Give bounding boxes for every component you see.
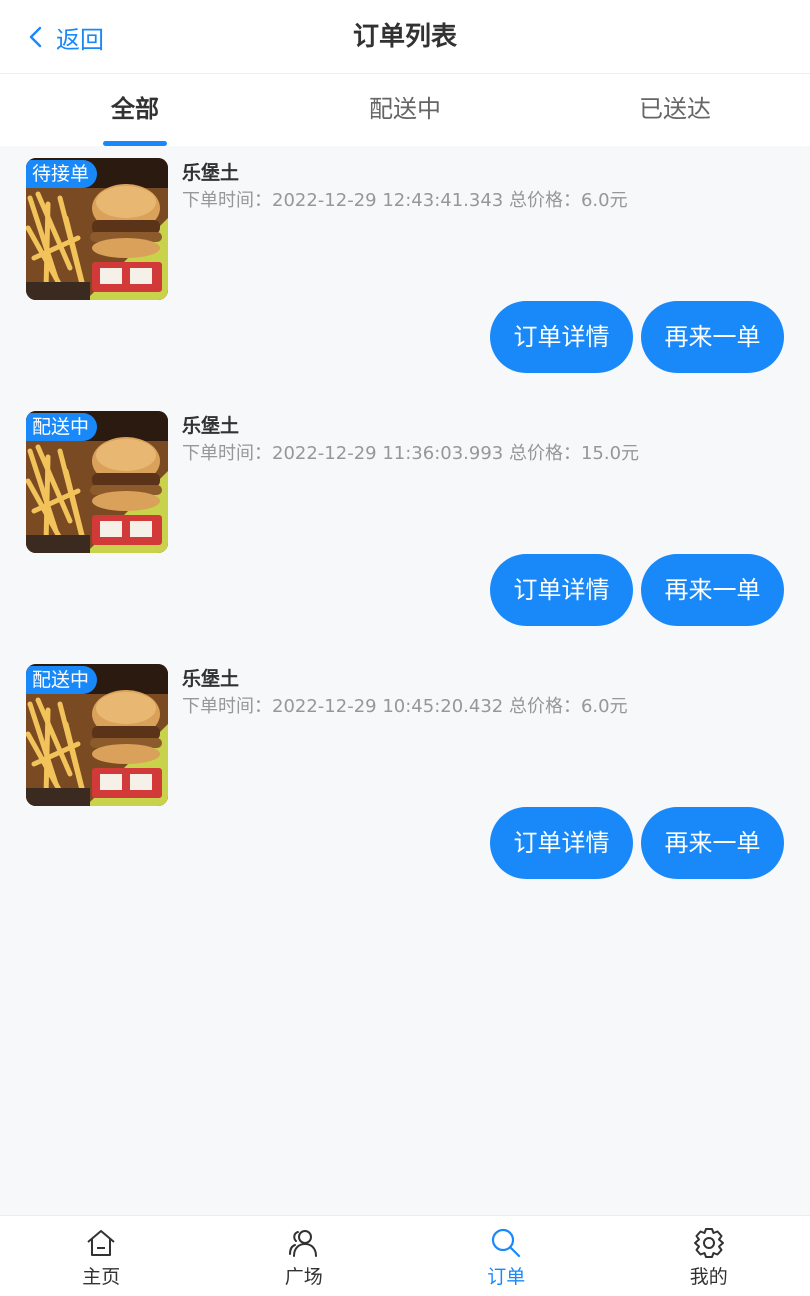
order-card: 配送中 乐堡土 下单时间：2022-12-29 10:45:20.432 总价格… xyxy=(0,652,810,905)
tab-label: 配送中 xyxy=(369,95,441,123)
friends-icon xyxy=(288,1230,317,1257)
order-list: 待接单 乐堡土 下单时间：2022-12-29 12:43:41.343 总价格… xyxy=(0,146,810,905)
tabbar-label: 订单 xyxy=(487,1266,526,1288)
status-badge: 待接单 xyxy=(26,160,98,188)
status-badge: 配送中 xyxy=(26,666,98,694)
order-title: 乐堡土 xyxy=(182,668,240,690)
order-title: 乐堡土 xyxy=(182,415,240,437)
food-thumbnail[interactable]: 待接单 xyxy=(26,158,168,300)
order-title: 乐堡土 xyxy=(182,162,240,184)
order-detail-button[interactable]: 订单详情 xyxy=(490,554,633,626)
tab-all[interactable]: 全部 xyxy=(0,74,270,146)
order-desc: 下单时间：2022-12-29 12:43:41.343 总价格：6.0元 xyxy=(182,190,628,211)
order-detail-button[interactable]: 订单详情 xyxy=(490,301,633,373)
home-icon xyxy=(87,1230,115,1256)
search-icon xyxy=(492,1228,521,1258)
food-thumbnail[interactable]: 配送中 xyxy=(26,664,168,806)
tabbar-label: 主页 xyxy=(82,1266,121,1288)
tabbar-item-square[interactable]: 广场 xyxy=(203,1216,406,1296)
tabbar-item-home[interactable]: 主页 xyxy=(0,1216,203,1296)
tab-label: 全部 xyxy=(111,95,159,123)
setting-icon xyxy=(693,1228,724,1258)
tabbar-label: 广场 xyxy=(284,1266,323,1288)
tabbar-label: 我的 xyxy=(689,1266,728,1288)
order-card: 待接单 乐堡土 下单时间：2022-12-29 12:43:41.343 总价格… xyxy=(0,146,810,399)
order-tabs: 全部 配送中 已送达 xyxy=(0,74,810,146)
order-card: 配送中 乐堡土 下单时间：2022-12-29 11:36:03.993 总价格… xyxy=(0,399,810,652)
tab-delivered[interactable]: 已送达 xyxy=(540,74,810,146)
order-detail-button[interactable]: 订单详情 xyxy=(490,807,633,879)
order-desc: 下单时间：2022-12-29 10:45:20.432 总价格：6.0元 xyxy=(182,696,628,717)
tabbar-item-orders[interactable]: 订单 xyxy=(405,1216,608,1296)
nav-bar: 返回 订单列表 xyxy=(0,0,810,74)
page-title: 订单列表 xyxy=(352,22,457,52)
reorder-button[interactable]: 再来一单 xyxy=(641,554,784,626)
tab-label: 已送达 xyxy=(639,95,711,123)
tabbar-item-mine[interactable]: 我的 xyxy=(608,1216,810,1296)
reorder-button[interactable]: 再来一单 xyxy=(641,301,784,373)
bottom-tab-bar: 主页 广场 订单 我的 xyxy=(0,1215,810,1296)
status-badge: 配送中 xyxy=(26,413,98,441)
reorder-button[interactable]: 再来一单 xyxy=(641,807,784,879)
order-desc: 下单时间：2022-12-29 11:36:03.993 总价格：15.0元 xyxy=(182,443,640,464)
food-thumbnail[interactable]: 配送中 xyxy=(26,411,168,553)
tab-delivering[interactable]: 配送中 xyxy=(270,74,540,146)
